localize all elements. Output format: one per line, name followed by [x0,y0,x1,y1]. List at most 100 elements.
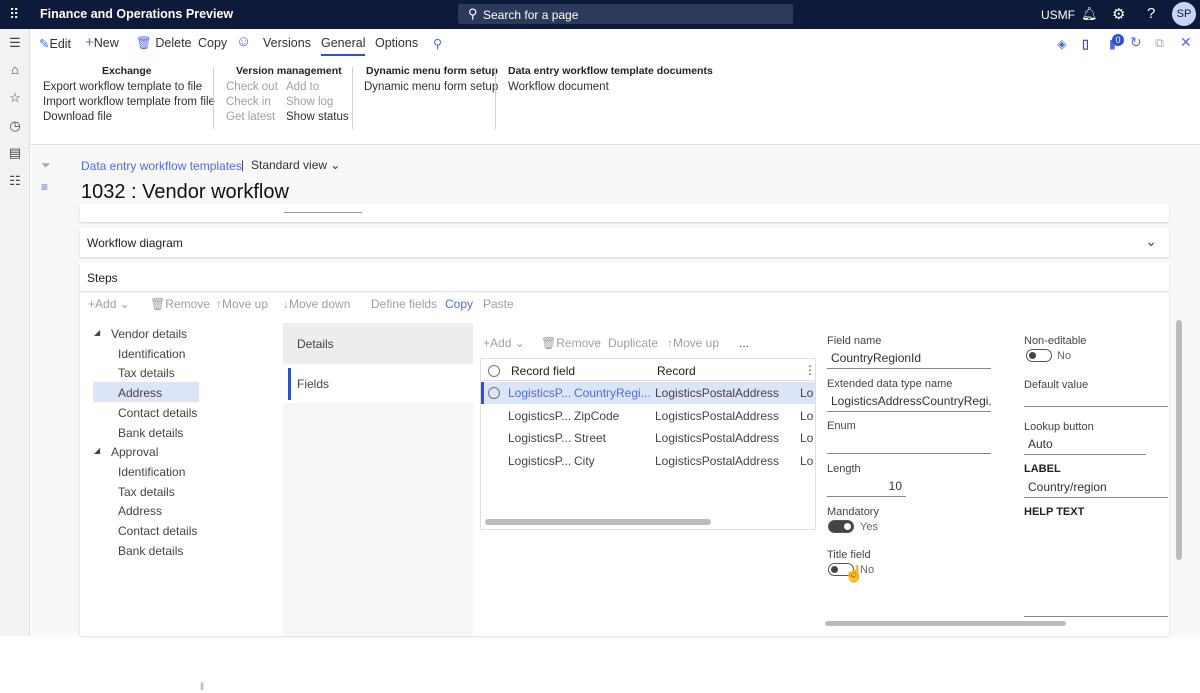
clock-icon[interactable]: ◷ [8,119,22,133]
label-input[interactable]: Country/region [1024,478,1168,498]
add-step-button[interactable]: +Add ⌄ [88,297,130,311]
tree-item[interactable]: Bank details [118,426,183,440]
enum-input[interactable] [827,434,991,454]
search-box[interactable]: ⚲ Search for a page [458,4,793,24]
edt-input[interactable]: LogisticsAddressCountryRegi... [827,392,991,412]
check-in-button[interactable]: Check in [226,96,271,108]
new-button[interactable]: +New [85,36,119,50]
office-icon[interactable]: ▯ [1082,36,1089,51]
company-selector[interactable]: USMF [1041,8,1075,22]
group-version-title: Version management [236,65,342,77]
tree-item[interactable]: Address [118,386,162,400]
expand-icon[interactable]: ◢ [94,446,100,455]
tab-fields[interactable]: Fields [283,365,473,403]
move-down-button[interactable]: ↓Move down [283,297,350,311]
tree-group[interactable]: Approval [111,445,158,459]
bell-icon[interactable]: 🔔︎ [1081,6,1098,22]
table-row[interactable]: LogisticsP...CountryRegi...LogisticsPost… [481,382,816,404]
home-icon[interactable]: ⌂ [8,63,22,77]
column-options-icon[interactable]: ⋮ [804,363,816,377]
tree-item[interactable]: Contact details [118,406,197,420]
avatar[interactable]: SP [1172,2,1196,26]
paste-step-button[interactable]: Paste [483,297,514,311]
move-up-field-button[interactable]: ↑Move up [667,336,719,350]
tree-item[interactable]: Identification [118,465,185,479]
dynamic-menu-setup-button[interactable]: Dynamic menu form setup [364,81,498,93]
move-up-button[interactable]: ↑Move up [216,297,268,311]
properties-horizontal-scrollbar[interactable] [825,621,1066,626]
tree-item[interactable]: Tax details [118,366,175,380]
app-launcher-icon[interactable]: ⠿ [9,6,18,23]
mandatory-toggle[interactable] [828,520,854,533]
hamburger-icon[interactable]: ☰ [8,36,22,50]
help-text-input[interactable] [1024,616,1168,617]
refresh-icon[interactable]: ↻ [1130,34,1142,51]
show-log-button[interactable]: Show log [286,96,333,108]
help-icon[interactable]: ? [1147,5,1155,22]
tree-item[interactable]: Contact details [118,524,197,538]
smiley-icon[interactable]: ☺ [236,33,251,50]
more-options-button[interactable]: ... [739,336,749,350]
copy-step-button[interactable]: Copy [445,297,473,311]
search-actions-icon[interactable]: ⚲ [433,36,442,51]
add-to-button[interactable]: Add to [286,81,319,93]
workspace-icon[interactable]: ▤ [8,146,22,160]
workflow-diagram-section[interactable]: Workflow diagram ⌄ [80,228,1169,257]
lookup-button-select[interactable]: Auto [1024,435,1146,455]
show-status-button[interactable]: Show status [286,111,349,123]
duplicate-field-button[interactable]: Duplicate [608,336,658,350]
tree-item[interactable]: Tax details [118,485,175,499]
row-select-radio[interactable] [488,387,500,399]
table-row[interactable]: LogisticsP...CityLogisticsPostalAddressL… [481,450,816,472]
tab-options[interactable]: Options [375,36,418,50]
length-input[interactable]: 10 [827,477,906,497]
download-file-button[interactable]: Download file [43,111,112,123]
open-new-window-icon[interactable]: ⧉ [1155,36,1164,51]
tree-item[interactable]: Address [118,504,162,518]
add-field-button[interactable]: +Add ⌄ [483,336,525,350]
star-icon[interactable]: ☆ [8,91,22,105]
power-apps-icon[interactable]: ◈ [1057,36,1067,51]
list-icon[interactable]: ≡ [41,180,48,194]
non-editable-toggle[interactable] [1026,349,1052,362]
view-selector[interactable]: Standard view ⌄ [251,158,340,172]
chevron-down-icon[interactable]: ⌄ [1145,233,1157,250]
vertical-scrollbar[interactable] [1176,320,1182,560]
active-indicator [288,368,291,400]
tree-group[interactable]: Vendor details [111,327,187,341]
delete-button[interactable]: 🗑︎ Delete [136,36,192,51]
filter-icon[interactable]: ⏷ [41,158,51,173]
breadcrumb[interactable]: Data entry workflow templates [81,159,242,173]
edit-button[interactable]: ✎Edit [39,36,71,51]
get-latest-button[interactable]: Get latest [226,111,275,123]
close-icon[interactable]: ✕ [1180,34,1192,51]
tab-general[interactable]: General [321,36,365,56]
workflow-document-button[interactable]: Workflow document [508,81,609,93]
select-all-radio[interactable] [488,365,500,377]
grid-horizontal-scrollbar[interactable] [485,519,711,525]
enum-label: Enum [827,420,856,432]
define-fields-button[interactable]: Define fields [371,297,437,311]
tree-item[interactable]: Identification [118,347,185,361]
copy-button[interactable]: Copy [198,36,227,50]
remove-field-button[interactable]: 🗑︎Remove [541,336,601,350]
table-cell: LogisticsPostalAddress [655,431,779,445]
tab-versions[interactable]: Versions [263,36,311,50]
export-template-button[interactable]: Export workflow template to file [43,81,202,93]
splitter-handle[interactable]: ‖ [200,682,204,693]
default-value-input[interactable] [1024,387,1168,407]
gear-icon[interactable]: ⚙ [1112,5,1125,23]
remove-step-button[interactable]: 🗑︎Remove [150,297,210,311]
modules-icon[interactable]: ☷ [8,174,22,188]
table-row[interactable]: LogisticsP...StreetLogisticsPostalAddres… [481,427,816,449]
table-cell: Street [574,431,606,445]
table-row[interactable]: LogisticsP...ZipCodeLogisticsPostalAddre… [481,405,816,427]
column-header-record[interactable]: Record [657,364,696,378]
tab-details[interactable]: Details [283,323,473,363]
check-out-button[interactable]: Check out [226,81,278,93]
tree-item[interactable]: Bank details [118,544,183,558]
expand-icon[interactable]: ◢ [94,328,100,337]
import-template-button[interactable]: Import workflow template from file [43,96,215,108]
field-name-input[interactable]: CountryRegionId [827,349,991,369]
column-header-record-field[interactable]: Record field [511,364,575,378]
